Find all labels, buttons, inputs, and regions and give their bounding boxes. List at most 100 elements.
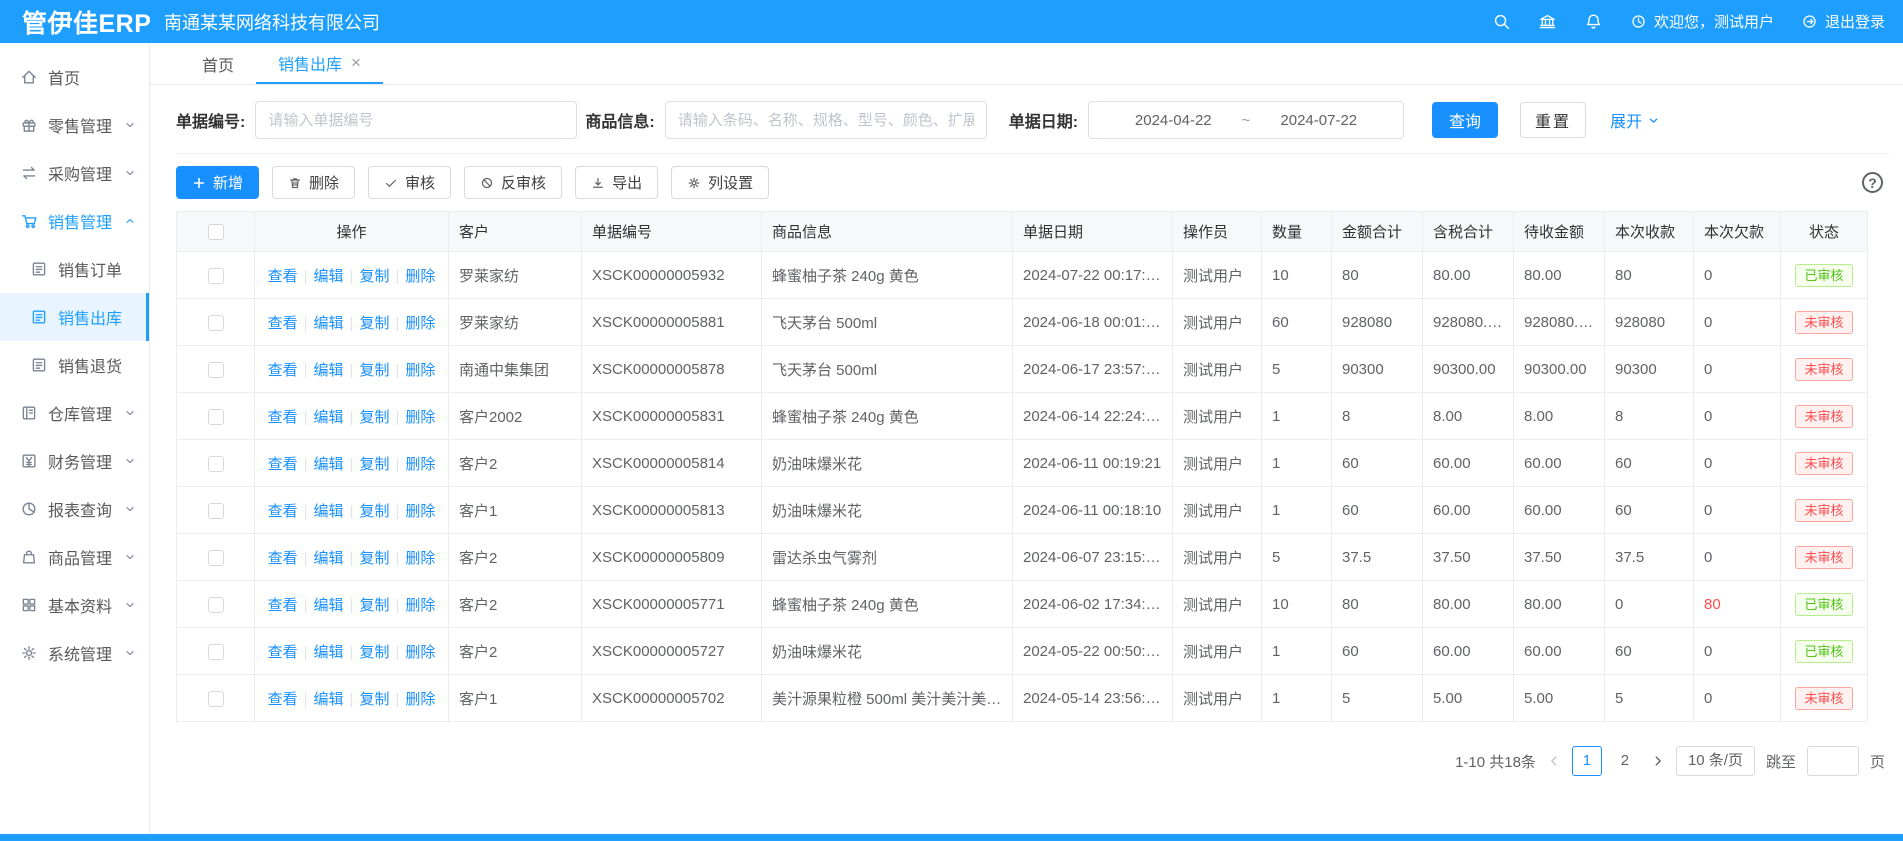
row-action-delete[interactable]: 删除 <box>405 409 435 426</box>
row-action-copy[interactable]: 复制 <box>359 691 389 708</box>
page-number-1[interactable]: 1 <box>1572 746 1602 776</box>
row-action-edit[interactable]: 编辑 <box>314 550 344 567</box>
row-action-edit[interactable]: 编辑 <box>314 268 344 285</box>
row-checkbox[interactable] <box>208 597 224 613</box>
row-action-view[interactable]: 查看 <box>268 644 298 661</box>
sidebar-item-label: 系统管理 <box>48 641 112 665</box>
doc-no-input[interactable] <box>255 101 577 139</box>
row-action-edit[interactable]: 编辑 <box>314 315 344 332</box>
row-action-view[interactable]: 查看 <box>268 597 298 614</box>
row-action-edit[interactable]: 编辑 <box>314 691 344 708</box>
gear-button[interactable]: 列设置 <box>671 166 769 199</box>
row-action-delete[interactable]: 删除 <box>405 268 435 285</box>
row-action-copy[interactable]: 复制 <box>359 362 389 379</box>
bank-icon[interactable] <box>1538 12 1557 31</box>
search-button[interactable]: 查询 <box>1432 102 1498 138</box>
logout-icon <box>1801 13 1818 30</box>
row-action-view[interactable]: 查看 <box>268 503 298 520</box>
row-action-copy[interactable]: 复制 <box>359 597 389 614</box>
row-action-view[interactable]: 查看 <box>268 409 298 426</box>
sidebar-item-首页[interactable]: 首页 <box>0 53 149 101</box>
row-action-delete[interactable]: 删除 <box>405 597 435 614</box>
row-action-view[interactable]: 查看 <box>268 691 298 708</box>
select-all-checkbox[interactable] <box>208 224 224 240</box>
sidebar-item-系统管理[interactable]: 系统管理 <box>0 629 149 677</box>
user-welcome[interactable]: 欢迎您，测试用户 <box>1630 11 1774 32</box>
cell-customer: 客户2 <box>449 581 582 628</box>
row-action-edit[interactable]: 编辑 <box>314 503 344 520</box>
reset-button[interactable]: 重置 <box>1520 102 1586 138</box>
sidebar-item-零售管理[interactable]: 零售管理 <box>0 101 149 149</box>
jump-page-input[interactable] <box>1807 746 1859 776</box>
row-checkbox[interactable] <box>208 691 224 707</box>
trash-button[interactable]: 删除 <box>272 166 355 199</box>
date-range-picker[interactable]: 2024-04-22 ~ 2024-07-22 <box>1088 101 1404 139</box>
toolbar-button-label: 列设置 <box>708 172 753 193</box>
tab-sales-outbound[interactable]: 销售出库 × <box>256 43 383 84</box>
ban-button[interactable]: 反审核 <box>464 166 562 199</box>
row-checkbox[interactable] <box>208 362 224 378</box>
logout-button[interactable]: 退出登录 <box>1801 11 1885 32</box>
sidebar-item-销售订单[interactable]: 销售订单 <box>0 245 149 293</box>
sidebar-item-报表查询[interactable]: 报表查询 <box>0 485 149 533</box>
sidebar-item-采购管理[interactable]: 采购管理 <box>0 149 149 197</box>
next-page-button[interactable] <box>1651 754 1665 768</box>
sidebar-item-销售出库[interactable]: 销售出库 <box>0 293 149 341</box>
row-checkbox[interactable] <box>208 503 224 519</box>
row-action-delete[interactable]: 删除 <box>405 362 435 379</box>
row-action-copy[interactable]: 复制 <box>359 409 389 426</box>
column-header: 单据日期 <box>1013 212 1173 252</box>
bell-icon[interactable] <box>1584 12 1603 31</box>
help-icon[interactable]: ? <box>1862 172 1883 193</box>
cell-doc_no: XSCK00000005702 <box>582 675 762 722</box>
row-action-edit[interactable]: 编辑 <box>314 597 344 614</box>
row-checkbox[interactable] <box>208 456 224 472</box>
row-action-edit[interactable]: 编辑 <box>314 456 344 473</box>
row-action-copy[interactable]: 复制 <box>359 315 389 332</box>
row-action-view[interactable]: 查看 <box>268 456 298 473</box>
sidebar-item-仓库管理[interactable]: 仓库管理 <box>0 389 149 437</box>
row-action-copy[interactable]: 复制 <box>359 644 389 661</box>
row-action-view[interactable]: 查看 <box>268 362 298 379</box>
row-action-view[interactable]: 查看 <box>268 268 298 285</box>
row-action-delete[interactable]: 删除 <box>405 644 435 661</box>
row-action-delete[interactable]: 删除 <box>405 691 435 708</box>
sidebar-item-商品管理[interactable]: 商品管理 <box>0 533 149 581</box>
tab-home[interactable]: 首页 <box>180 43 256 84</box>
plus-button[interactable]: 新增 <box>176 166 259 199</box>
sidebar-item-财务管理[interactable]: 财务管理 <box>0 437 149 485</box>
export-button[interactable]: 导出 <box>575 166 658 199</box>
row-action-view[interactable]: 查看 <box>268 315 298 332</box>
row-action-copy[interactable]: 复制 <box>359 456 389 473</box>
row-checkbox[interactable] <box>208 409 224 425</box>
check-button[interactable]: 审核 <box>368 166 451 199</box>
sidebar-item-销售退货[interactable]: 销售退货 <box>0 341 149 389</box>
product-input[interactable] <box>665 101 987 139</box>
row-action-edit[interactable]: 编辑 <box>314 644 344 661</box>
expand-link[interactable]: 展开 <box>1610 108 1660 132</box>
row-action-delete[interactable]: 删除 <box>405 503 435 520</box>
cell-operator: 测试用户 <box>1173 534 1262 581</box>
row-action-edit[interactable]: 编辑 <box>314 362 344 379</box>
tab-close-icon[interactable]: × <box>351 54 361 71</box>
row-action-copy[interactable]: 复制 <box>359 503 389 520</box>
sidebar-item-基本资料[interactable]: 基本资料 <box>0 581 149 629</box>
row-checkbox[interactable] <box>208 268 224 284</box>
row-checkbox[interactable] <box>208 550 224 566</box>
row-action-delete[interactable]: 删除 <box>405 456 435 473</box>
row-action-copy[interactable]: 复制 <box>359 268 389 285</box>
page-size-select[interactable]: 10 条/页 <box>1676 746 1755 776</box>
sidebar-item-销售管理[interactable]: 销售管理 <box>0 197 149 245</box>
row-action-copy[interactable]: 复制 <box>359 550 389 567</box>
search-icon[interactable] <box>1492 12 1511 31</box>
row-action-delete[interactable]: 删除 <box>405 550 435 567</box>
column-header: 操作 <box>255 212 449 252</box>
row-checkbox[interactable] <box>208 315 224 331</box>
page-number-2[interactable]: 2 <box>1610 746 1640 776</box>
row-checkbox[interactable] <box>208 644 224 660</box>
sidebar-item-label: 零售管理 <box>48 113 112 137</box>
row-action-edit[interactable]: 编辑 <box>314 409 344 426</box>
prev-page-button[interactable] <box>1547 754 1561 768</box>
row-action-delete[interactable]: 删除 <box>405 315 435 332</box>
row-action-view[interactable]: 查看 <box>268 550 298 567</box>
